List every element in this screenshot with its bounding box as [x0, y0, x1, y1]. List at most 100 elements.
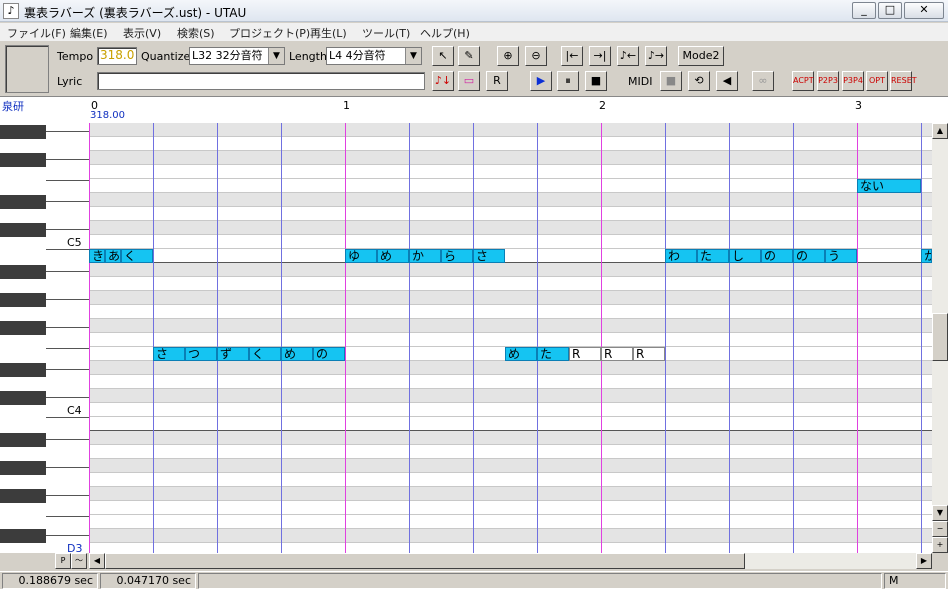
scroll-down-icon[interactable]: ▼: [932, 505, 948, 521]
link-icon[interactable]: ∞: [752, 71, 774, 91]
piano-keyboard[interactable]: C5 C4 D3: [0, 123, 89, 553]
pause-icon[interactable]: ⏸: [557, 71, 579, 91]
maximize-button[interactable]: □: [878, 2, 902, 19]
black-key[interactable]: [0, 391, 46, 405]
stop-icon[interactable]: ■: [585, 71, 607, 91]
note[interactable]: の: [793, 249, 825, 263]
note[interactable]: つ: [185, 347, 217, 361]
scroll-left-icon[interactable]: ◀: [89, 553, 105, 569]
singer-name[interactable]: 泉研: [2, 98, 24, 114]
p2p3-icon[interactable]: P2P3: [817, 71, 839, 91]
close-button[interactable]: ✕: [904, 2, 944, 19]
note[interactable]: ない: [857, 179, 921, 193]
scroll-right-icon[interactable]: ▶: [916, 553, 932, 569]
note[interactable]: の: [313, 347, 345, 361]
menu-edit[interactable]: 編集(E): [70, 25, 108, 41]
note[interactable]: き: [89, 249, 105, 263]
black-key[interactable]: [0, 195, 46, 209]
opt-icon[interactable]: OPT: [866, 71, 888, 91]
acpt-icon[interactable]: ACPT: [792, 71, 814, 91]
black-key[interactable]: [0, 321, 46, 335]
black-key[interactable]: [0, 223, 46, 237]
chevron-down-icon[interactable]: ▼: [405, 48, 421, 64]
quantize-select[interactable]: L32 32分音符 ▼: [189, 47, 285, 65]
horizontal-scrollbar[interactable]: ◀ ▶: [89, 553, 932, 569]
lyric-input[interactable]: [97, 72, 425, 90]
note[interactable]: し: [729, 249, 761, 263]
menu-help[interactable]: ヘルプ(H): [420, 25, 470, 41]
note[interactable]: め: [377, 249, 409, 263]
menu-file[interactable]: ファイル(F): [7, 25, 66, 41]
note[interactable]: か: [921, 249, 932, 263]
p3p4-icon[interactable]: P3P4: [842, 71, 864, 91]
zoom-plus-icon[interactable]: +: [932, 537, 948, 553]
note[interactable]: か: [409, 249, 441, 263]
menu-tools[interactable]: ツール(T): [362, 25, 410, 41]
note-left-icon[interactable]: ♪←: [617, 46, 639, 66]
insert-note-icon[interactable]: ♪↓: [432, 71, 454, 91]
zoom-minus-icon[interactable]: −: [932, 521, 948, 537]
vertical-scrollbar[interactable]: ▲ ▼ − +: [932, 123, 948, 553]
midi-loop-icon[interactable]: ⟲: [688, 71, 710, 91]
menu-play[interactable]: 再生(L): [310, 25, 347, 41]
zoom-out-icon[interactable]: ⊖: [525, 46, 547, 66]
zoom-in-icon[interactable]: ⊕: [497, 46, 519, 66]
vibrato-toggle-button[interactable]: 〜: [71, 553, 87, 569]
insert-blank-icon[interactable]: ▭: [458, 71, 480, 91]
menu-project[interactable]: プロジェクト(P): [229, 25, 310, 41]
tempo-input[interactable]: 318.0: [97, 47, 137, 65]
black-key[interactable]: [0, 265, 46, 279]
note[interactable]: あ: [105, 249, 121, 263]
note[interactable]: さ: [473, 249, 505, 263]
black-key[interactable]: [0, 529, 46, 543]
voice-preview-box: [5, 45, 49, 93]
note[interactable]: た: [697, 249, 729, 263]
black-key[interactable]: [0, 153, 46, 167]
note[interactable]: さ: [153, 347, 185, 361]
note[interactable]: く: [121, 249, 153, 263]
note[interactable]: わ: [665, 249, 697, 263]
rest-note[interactable]: R: [601, 347, 633, 361]
insert-rest-icon[interactable]: R: [486, 71, 508, 91]
play-icon[interactable]: ▶: [530, 71, 552, 91]
pencil-tool-icon[interactable]: ✎: [458, 46, 480, 66]
select-tool-icon[interactable]: ↖: [432, 46, 454, 66]
length-select[interactable]: L4 4分音符 ▼: [326, 47, 422, 65]
minimize-button[interactable]: _: [852, 2, 876, 19]
note-right-icon[interactable]: ♪→: [645, 46, 667, 66]
pitch-toggle-button[interactable]: P: [55, 553, 71, 569]
go-start-icon[interactable]: |←: [561, 46, 583, 66]
reset-icon[interactable]: RESET: [890, 71, 917, 91]
note[interactable]: め: [505, 347, 537, 361]
app-note-icon[interactable]: ♪: [3, 3, 19, 19]
note[interactable]: く: [249, 347, 281, 361]
menu-view[interactable]: 表示(V): [123, 25, 161, 41]
black-key[interactable]: [0, 489, 46, 503]
black-key[interactable]: [0, 363, 46, 377]
vertical-scroll-thumb[interactable]: [932, 313, 948, 361]
note[interactable]: ず: [217, 347, 249, 361]
measure-ruler[interactable]: 泉研 0 1 2 3 318.00: [0, 96, 948, 123]
note[interactable]: の: [761, 249, 793, 263]
horizontal-scroll-thumb[interactable]: [105, 553, 745, 569]
speaker-icon[interactable]: ◀: [716, 71, 738, 91]
midi-stop-icon[interactable]: ■: [660, 71, 682, 91]
piano-roll-grid[interactable]: ない き あ く ゆ め か ら さ わ た し の の う か さ つ ず く…: [89, 123, 932, 553]
mode2-button[interactable]: Mode2: [678, 46, 724, 66]
note[interactable]: た: [537, 347, 569, 361]
black-key[interactable]: [0, 125, 46, 139]
note[interactable]: め: [281, 347, 313, 361]
note[interactable]: ら: [441, 249, 473, 263]
scroll-up-icon[interactable]: ▲: [932, 123, 948, 139]
rest-note[interactable]: R: [569, 347, 601, 361]
go-end-icon[interactable]: →|: [589, 46, 611, 66]
grid-row: [89, 165, 932, 179]
menu-search[interactable]: 検索(S): [177, 25, 215, 41]
black-key[interactable]: [0, 461, 46, 475]
black-key[interactable]: [0, 433, 46, 447]
black-key[interactable]: [0, 293, 46, 307]
note[interactable]: う: [825, 249, 857, 263]
note[interactable]: ゆ: [345, 249, 377, 263]
chevron-down-icon[interactable]: ▼: [268, 48, 284, 64]
rest-note[interactable]: R: [633, 347, 665, 361]
